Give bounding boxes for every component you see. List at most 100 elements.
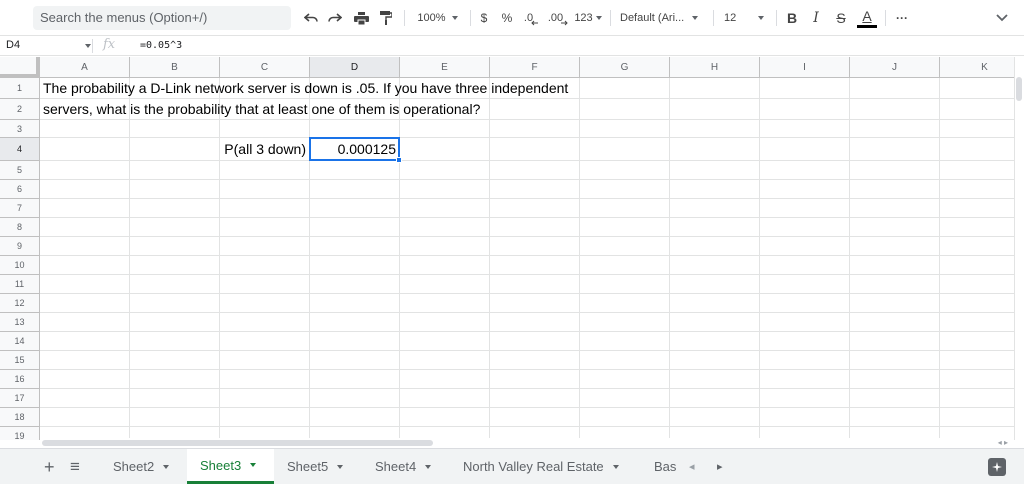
cell-c13[interactable] — [220, 313, 310, 332]
row-header-3[interactable]: 3 — [0, 120, 40, 138]
cell-a8[interactable] — [40, 218, 130, 237]
cell-k7[interactable] — [940, 199, 1014, 218]
cell-k12[interactable] — [940, 294, 1014, 313]
font-family-select[interactable]: Default (Ari... — [620, 6, 706, 30]
cell-k10[interactable] — [940, 256, 1014, 275]
cell-k17[interactable] — [940, 389, 1014, 408]
font-size-select[interactable]: 12 — [720, 6, 770, 30]
cell-c9[interactable] — [220, 237, 310, 256]
redo-icon[interactable] — [324, 6, 346, 30]
cell-a17[interactable] — [40, 389, 130, 408]
cell-e18[interactable] — [400, 408, 490, 427]
cell-i8[interactable] — [760, 218, 850, 237]
cell-g8[interactable] — [580, 218, 670, 237]
cell-j7[interactable] — [850, 199, 940, 218]
paint-format-icon[interactable] — [375, 6, 397, 30]
cell-h6[interactable] — [670, 180, 760, 199]
column-header-h[interactable]: H — [670, 57, 760, 78]
cell-i12[interactable] — [760, 294, 850, 313]
cell-i11[interactable] — [760, 275, 850, 294]
cell-e12[interactable] — [400, 294, 490, 313]
cell-j12[interactable] — [850, 294, 940, 313]
cell-d15[interactable] — [310, 351, 400, 370]
cell-e4[interactable] — [400, 138, 490, 161]
cell-i2[interactable] — [760, 99, 850, 120]
column-header-j[interactable]: J — [850, 57, 940, 78]
cell-f16[interactable] — [490, 370, 580, 389]
cell-b5[interactable] — [130, 161, 220, 180]
name-box[interactable]: D4 — [6, 39, 20, 51]
cell-j1[interactable] — [850, 78, 940, 99]
cell-f7[interactable] — [490, 199, 580, 218]
zoom-select[interactable]: 100% — [410, 6, 465, 30]
column-header-f[interactable]: F — [490, 57, 580, 78]
cell-d11[interactable] — [310, 275, 400, 294]
strikethrough-button[interactable]: S — [833, 6, 849, 30]
cell-d12[interactable] — [310, 294, 400, 313]
cell-d16[interactable] — [310, 370, 400, 389]
cell-e8[interactable] — [400, 218, 490, 237]
cell-i18[interactable] — [760, 408, 850, 427]
increase-decimal-button[interactable]: .00 — [545, 6, 571, 30]
cell-i3[interactable] — [760, 120, 850, 138]
add-sheet-button[interactable]: + — [44, 457, 55, 478]
cell-f8[interactable] — [490, 218, 580, 237]
cell-a4[interactable] — [40, 138, 130, 161]
cell-f12[interactable] — [490, 294, 580, 313]
cell-a15[interactable] — [40, 351, 130, 370]
undo-icon[interactable] — [300, 6, 322, 30]
cell-e3[interactable] — [400, 120, 490, 138]
column-header-c[interactable]: C — [220, 57, 310, 78]
cell-e16[interactable] — [400, 370, 490, 389]
cell-h9[interactable] — [670, 237, 760, 256]
cell-g2[interactable] — [580, 99, 670, 120]
vertical-scrollbar[interactable] — [1014, 57, 1024, 440]
cell-i7[interactable] — [760, 199, 850, 218]
horizontal-scroll-thumb[interactable] — [42, 440, 433, 446]
row-header-10[interactable]: 10 — [0, 256, 40, 275]
more-options-button[interactable]: ··· — [892, 6, 912, 30]
cell-g6[interactable] — [580, 180, 670, 199]
column-header-d[interactable]: D — [310, 57, 400, 78]
cell-b8[interactable] — [130, 218, 220, 237]
cell-c11[interactable] — [220, 275, 310, 294]
cell-k9[interactable] — [940, 237, 1014, 256]
cell-g15[interactable] — [580, 351, 670, 370]
cell-d6[interactable] — [310, 180, 400, 199]
cell-i17[interactable] — [760, 389, 850, 408]
cell-e5[interactable] — [400, 161, 490, 180]
currency-format-button[interactable]: $ — [476, 6, 492, 30]
cell-i16[interactable] — [760, 370, 850, 389]
cell-a14[interactable] — [40, 332, 130, 351]
cell-d9[interactable] — [310, 237, 400, 256]
cell-g9[interactable] — [580, 237, 670, 256]
cell-b17[interactable] — [130, 389, 220, 408]
cell-k6[interactable] — [940, 180, 1014, 199]
cell-c14[interactable] — [220, 332, 310, 351]
cell-j3[interactable] — [850, 120, 940, 138]
column-header-e[interactable]: E — [400, 57, 490, 78]
cell-e9[interactable] — [400, 237, 490, 256]
cell-d10[interactable] — [310, 256, 400, 275]
cell-a18[interactable] — [40, 408, 130, 427]
cell-c17[interactable] — [220, 389, 310, 408]
cell-b12[interactable] — [130, 294, 220, 313]
cell-c10[interactable] — [220, 256, 310, 275]
cell-f18[interactable] — [490, 408, 580, 427]
cell-i9[interactable] — [760, 237, 850, 256]
cell-b3[interactable] — [130, 120, 220, 138]
cell-c8[interactable] — [220, 218, 310, 237]
sheet-tab-sheet2[interactable]: Sheet2 — [100, 449, 186, 484]
cell-g16[interactable] — [580, 370, 670, 389]
row-header-7[interactable]: 7 — [0, 199, 40, 218]
row-header-8[interactable]: 8 — [0, 218, 40, 237]
scroll-tabs-right-icon[interactable]: ▸ — [717, 460, 723, 473]
cell-d13[interactable] — [310, 313, 400, 332]
cell-a9[interactable] — [40, 237, 130, 256]
spreadsheet-grid[interactable]: A B C D E F G H I J K 1 2 3 4 5 6 7 8 9 10 11 12 13 14 15 16 17 18 19… — [0, 57, 1014, 440]
column-header-i[interactable]: I — [760, 57, 850, 78]
cell-e14[interactable] — [400, 332, 490, 351]
cell-c18[interactable] — [220, 408, 310, 427]
cell-b7[interactable] — [130, 199, 220, 218]
cell-j8[interactable] — [850, 218, 940, 237]
